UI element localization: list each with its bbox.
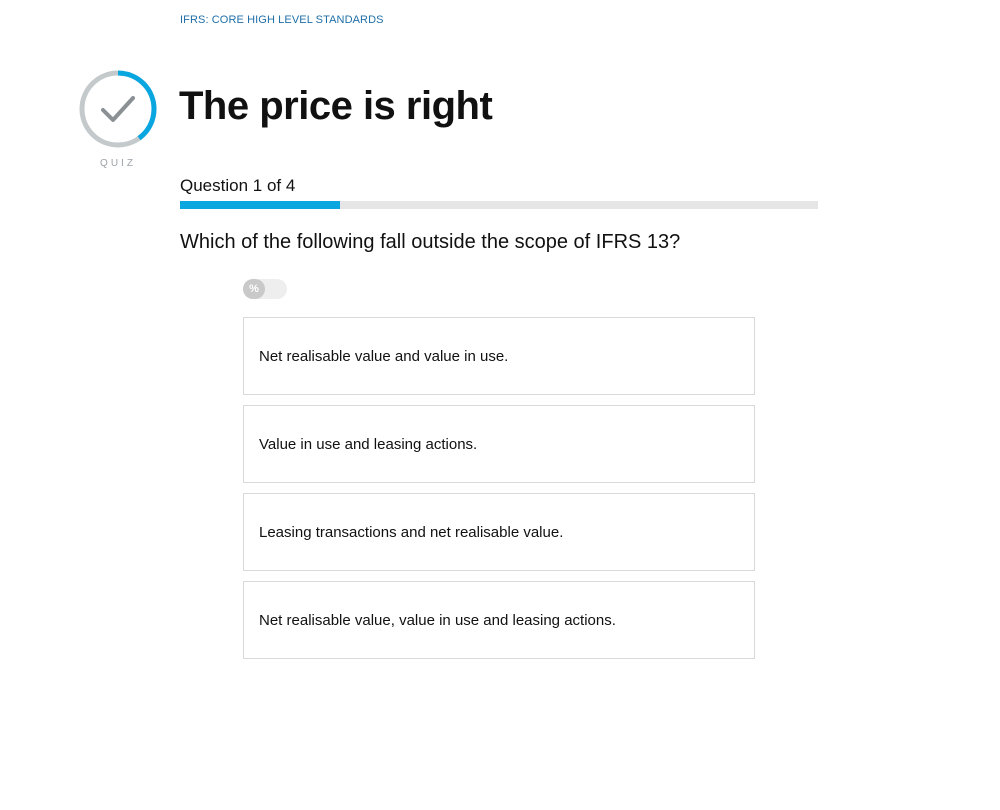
percent-icon: %	[243, 279, 265, 299]
answer-option[interactable]: Leasing transactions and net realisable …	[243, 493, 755, 571]
quiz-badge	[78, 69, 158, 149]
progress-bar	[180, 201, 818, 209]
percent-toggle[interactable]: %	[243, 279, 287, 299]
answer-text: Leasing transactions and net realisable …	[259, 523, 564, 541]
answer-option[interactable]: Net realisable value, value in use and l…	[243, 581, 755, 659]
breadcrumb: IFRS: CORE HIGH LEVEL STANDARDS	[180, 14, 384, 26]
progress-bar-fill	[180, 201, 340, 209]
answer-text: Net realisable value, value in use and l…	[259, 611, 616, 629]
page-title: The price is right	[179, 84, 493, 128]
question-text: Which of the following fall outside the …	[180, 231, 681, 253]
answer-text: Value in use and leasing actions.	[259, 435, 478, 453]
answer-list: Net realisable value and value in use. V…	[243, 317, 755, 669]
quiz-label: QUIZ	[100, 158, 136, 169]
question-counter: Question 1 of 4	[180, 176, 296, 195]
answer-text: Net realisable value and value in use.	[259, 347, 509, 365]
answer-option[interactable]: Net realisable value and value in use.	[243, 317, 755, 395]
check-icon	[79, 70, 157, 148]
answer-option[interactable]: Value in use and leasing actions.	[243, 405, 755, 483]
